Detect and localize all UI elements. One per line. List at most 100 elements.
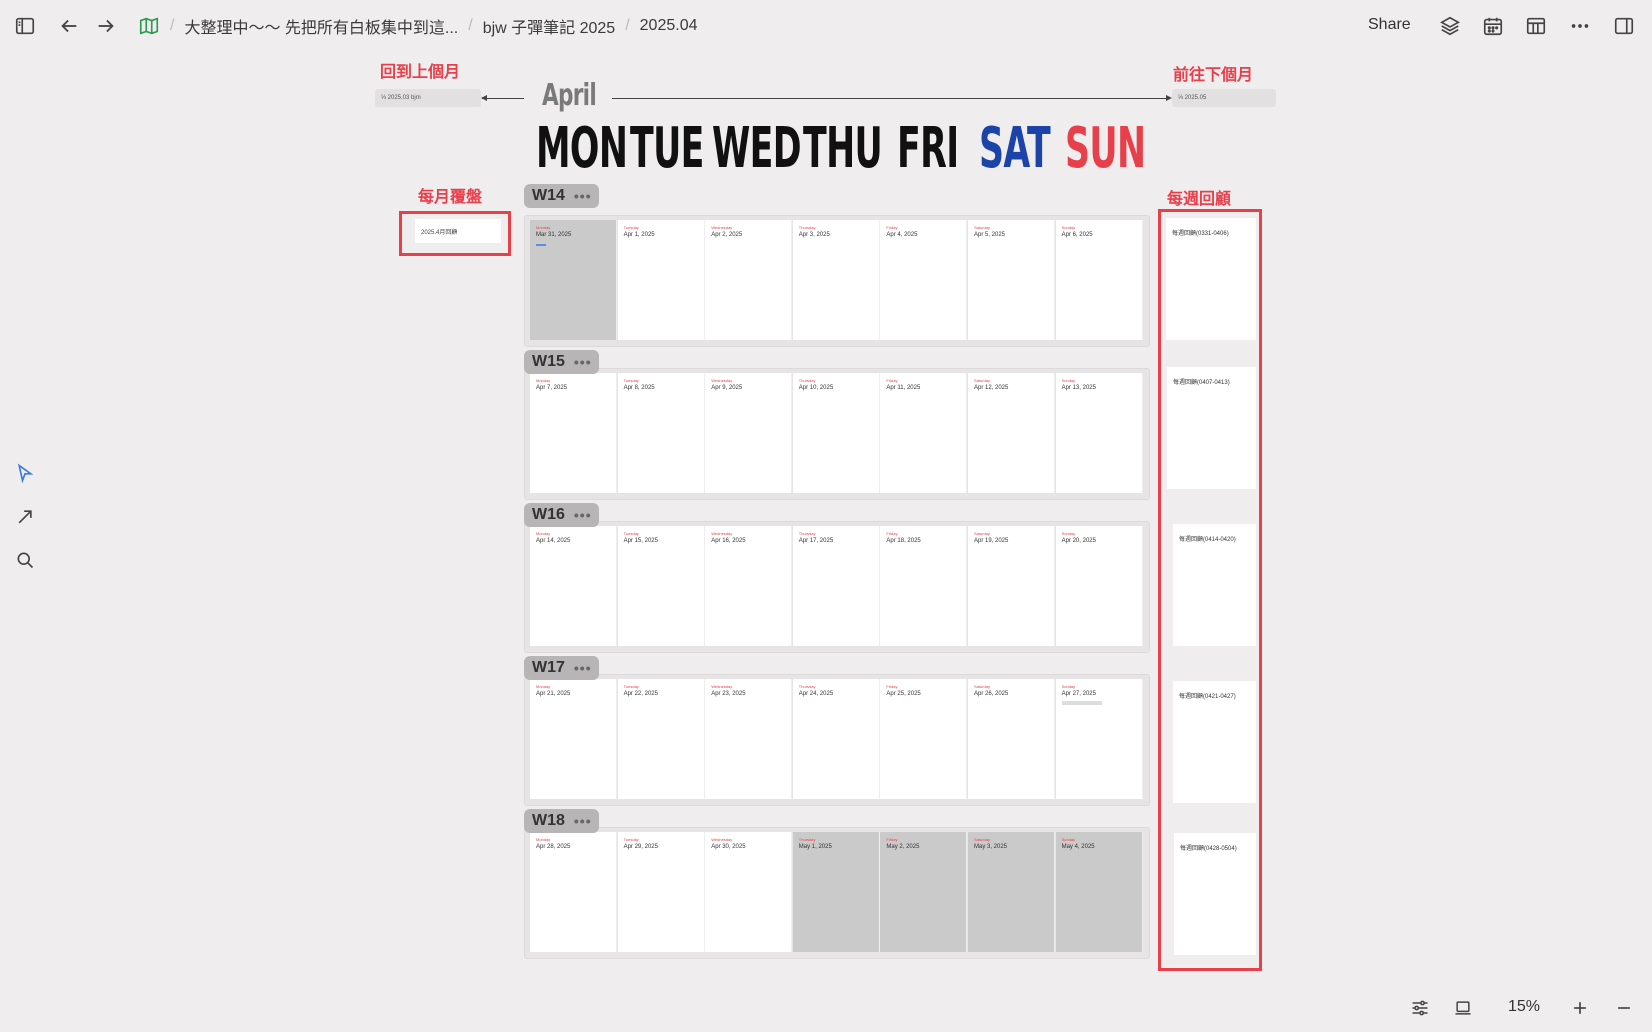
day-card[interactable]: Sunday Apr 13, 2025 [1055,373,1143,493]
more-options-icon[interactable] [1566,12,1594,40]
day-card-date: Apr 16, 2025 [711,538,746,544]
day-card[interactable]: Friday Apr 18, 2025 [880,526,968,646]
day-card[interactable]: Thursday May 1, 2025 [792,832,880,952]
day-card[interactable]: Wednesday Apr 23, 2025 [705,679,793,799]
day-card[interactable]: Wednesday Apr 2, 2025 [705,220,793,340]
search-icon[interactable] [12,547,38,573]
connector-arrow-icon[interactable] [12,504,38,530]
day-card[interactable]: Sunday May 4, 2025 [1055,832,1143,952]
day-card[interactable]: Monday Apr 21, 2025 [530,679,617,799]
day-card[interactable]: Thursday Apr 3, 2025 [792,220,880,340]
day-card-weekday: Thursday [798,531,816,536]
day-card[interactable]: Saturday Apr 19, 2025 [968,526,1055,646]
select-pointer-icon[interactable] [12,460,38,486]
layers-icon[interactable] [1436,12,1464,40]
day-card[interactable]: Sunday Apr 20, 2025 [1055,526,1143,646]
weekly-review-annotation: 每週回顧 [1167,191,1232,208]
week-label[interactable]: W14 ••• [524,184,599,208]
day-card[interactable]: Sunday Apr 6, 2025 [1055,220,1143,340]
weekly-review-card[interactable]: 每週回顧(0421-0427) [1173,681,1256,803]
day-card[interactable]: Saturday Apr 5, 2025 [968,220,1055,340]
weekly-review-card[interactable]: 每週回顧(0331-0406) [1166,218,1256,340]
day-card-weekday: Tuesday [623,225,639,230]
day-card-date: Apr 4, 2025 [886,232,918,238]
day-card[interactable]: Monday Apr 28, 2025 [530,832,617,952]
day-card[interactable]: Monday Apr 14, 2025 [530,526,617,646]
day-card-weekday: Friday [886,684,898,689]
share-button[interactable]: Share [1368,16,1411,34]
day-card[interactable]: Saturday Apr 26, 2025 [968,679,1055,799]
week-menu-dots-icon[interactable]: ••• [574,507,592,523]
day-card[interactable]: Tuesday Apr 22, 2025 [617,679,705,799]
day-card-weekday: Friday [886,378,898,383]
day-card[interactable]: Thursday Apr 24, 2025 [792,679,880,799]
weekly-review-card[interactable]: 每週回顧(0414-0420) [1173,524,1256,646]
breadcrumb-item-journal[interactable]: bjw 子彈筆記 2025 [483,14,616,38]
week-label[interactable]: W16 ••• [524,503,599,527]
zoom-out-icon[interactable] [1611,995,1637,1021]
day-card-weekday: Sunday [1061,837,1076,842]
settings-sliders-icon[interactable] [1407,995,1433,1021]
week-menu-dots-icon[interactable]: ••• [574,660,592,676]
day-card-weekday: Sunday [1061,531,1076,536]
calendar-icon[interactable] [1479,12,1507,40]
week-menu-dots-icon[interactable]: ••• [574,188,592,204]
week-label[interactable]: W15 ••• [524,350,599,374]
day-card[interactable]: Friday Apr 4, 2025 [880,220,968,340]
day-card[interactable]: Wednesday Apr 9, 2025 [705,373,793,493]
week-label[interactable]: W17 ••• [524,656,599,680]
day-card-weekday: Thursday [798,225,816,230]
back-arrow-icon[interactable] [55,12,83,40]
week-label[interactable]: W18 ••• [524,809,599,833]
day-card[interactable]: Tuesday Apr 8, 2025 [617,373,705,493]
day-card[interactable]: Tuesday Apr 29, 2025 [617,832,705,952]
day-card-date: Apr 22, 2025 [623,691,658,697]
day-card[interactable]: Saturday May 3, 2025 [968,832,1055,952]
day-card[interactable]: Monday Mar 31, 2025 [530,220,617,340]
next-month-link-card[interactable]: ⅓ 2025.05 [1172,89,1276,107]
day-card[interactable]: Thursday Apr 17, 2025 [792,526,880,646]
forward-arrow-icon[interactable] [92,12,120,40]
day-card-date: Apr 2, 2025 [711,232,743,238]
right-panel-toggle-icon[interactable] [1610,12,1638,40]
day-card[interactable]: Friday Apr 11, 2025 [880,373,968,493]
fit-to-screen-icon[interactable] [1450,995,1476,1021]
weekly-review-card[interactable]: 每週回顧(0428-0504) [1174,833,1256,955]
map-icon[interactable] [135,12,163,40]
day-card-weekday: Friday [886,225,898,230]
day-card[interactable]: Sunday Apr 27, 2025 [1055,679,1143,799]
day-card[interactable]: Friday May 2, 2025 [880,832,968,952]
day-card-date: Apr 25, 2025 [886,691,921,697]
day-card-date: May 2, 2025 [886,844,920,850]
weekly-review-card[interactable]: 每週回顧(0407-0413) [1167,367,1256,489]
sidebar-toggle-icon[interactable] [11,12,39,40]
day-card-date: Apr 7, 2025 [536,385,568,391]
week-label-text: W16 [532,506,565,523]
day-card-date: Apr 30, 2025 [711,844,746,850]
day-card-weekday: Friday [886,531,898,536]
week-menu-dots-icon[interactable]: ••• [574,813,592,829]
day-card-date: May 3, 2025 [974,844,1008,850]
day-card-date: Apr 19, 2025 [974,538,1009,544]
prev-month-arrow [482,98,524,99]
day-card-weekday: Monday [536,225,551,230]
day-card[interactable]: Saturday Apr 12, 2025 [968,373,1055,493]
day-card[interactable]: Wednesday Apr 16, 2025 [705,526,793,646]
library-icon[interactable] [1522,12,1550,40]
day-card[interactable]: Friday Apr 25, 2025 [880,679,968,799]
prev-month-link-card[interactable]: ⅓ 2025.03 bjm [375,89,481,107]
day-card-weekday: Saturday [974,378,991,383]
day-card-date: May 4, 2025 [1061,844,1095,850]
breadcrumb-item-board[interactable]: 大整理中～～ 先把所有白板集中到這... [184,14,458,38]
day-card[interactable]: Tuesday Apr 1, 2025 [617,220,705,340]
day-card-date: Apr 26, 2025 [974,691,1009,697]
zoom-in-icon[interactable] [1567,995,1593,1021]
monthly-review-card[interactable]: 2025.4月回顧 [415,219,501,243]
day-card[interactable]: Monday Apr 7, 2025 [530,373,617,493]
week-menu-dots-icon[interactable]: ••• [574,354,592,370]
day-card[interactable]: Wednesday Apr 30, 2025 [705,832,793,952]
day-card[interactable]: Thursday Apr 10, 2025 [792,373,880,493]
day-card[interactable]: Tuesday Apr 15, 2025 [617,526,705,646]
breadcrumb-item-month[interactable]: 2025.04 [640,17,698,35]
day-card-weekday: Wednesday [711,837,733,842]
